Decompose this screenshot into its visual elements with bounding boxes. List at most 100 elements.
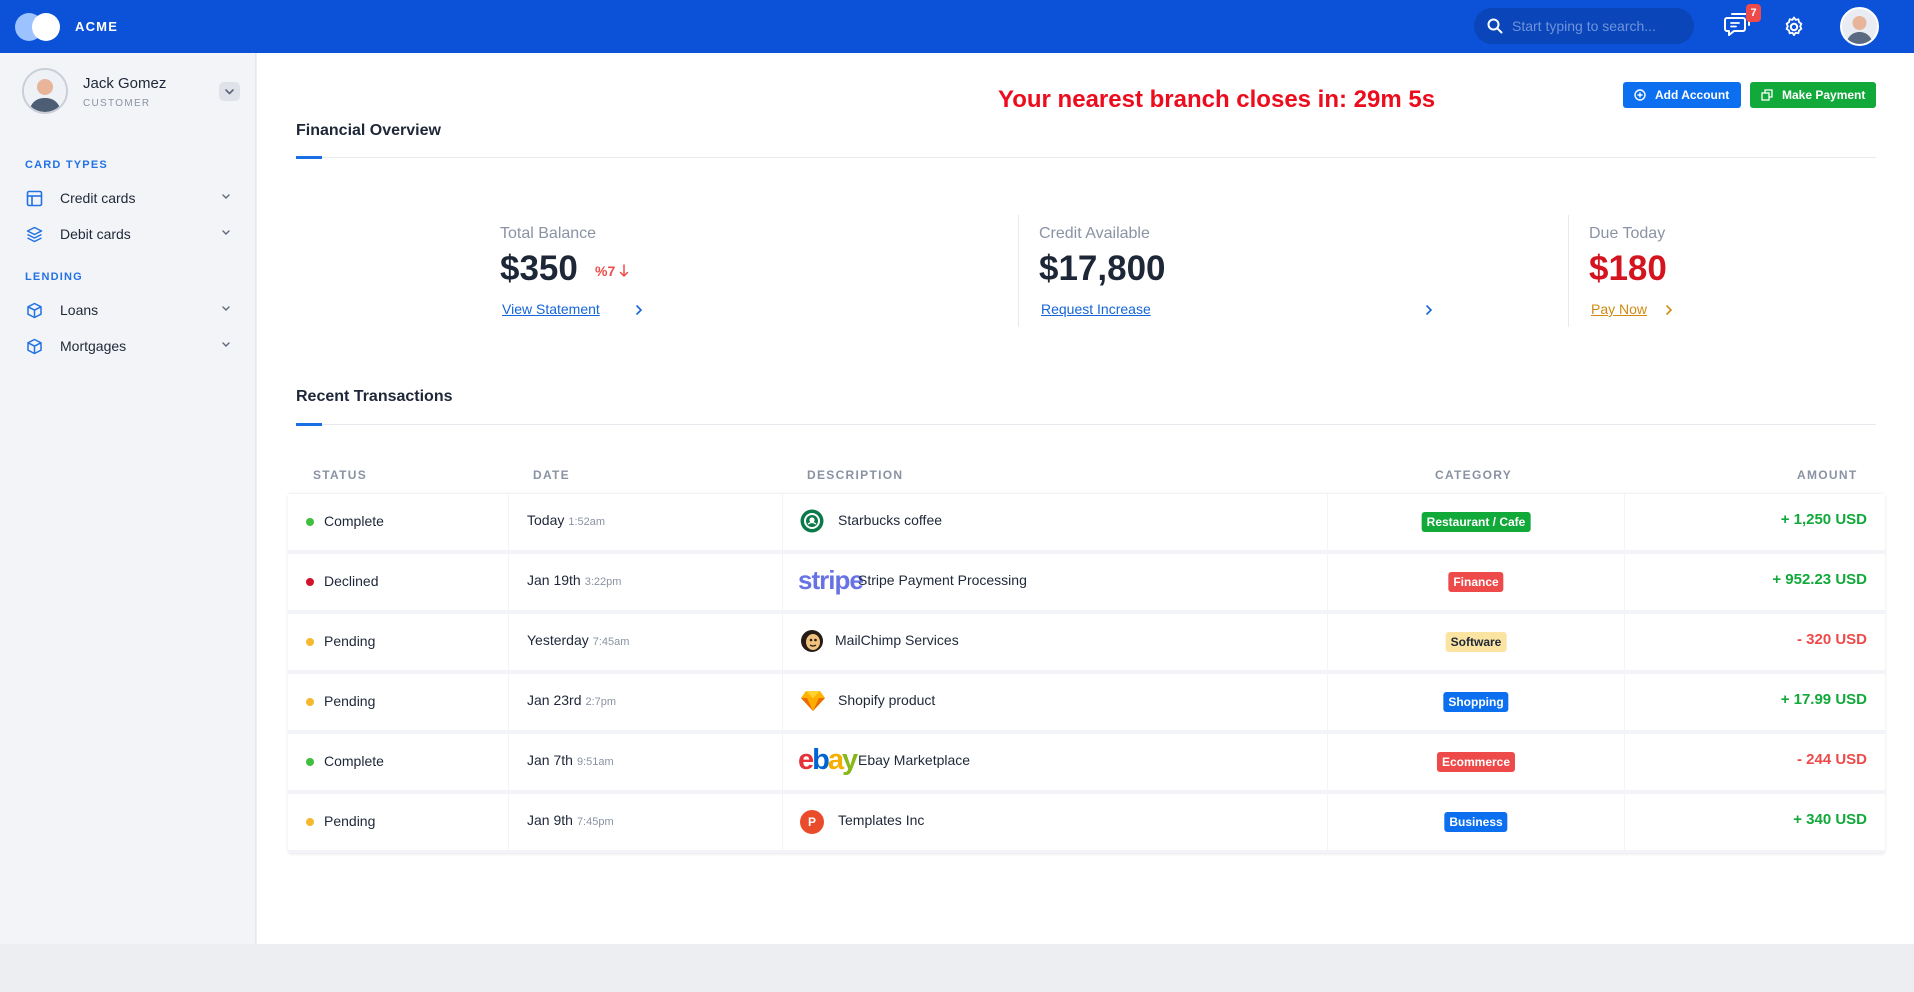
transactions-table: Complete Today 1:52am Starbucks coffee Re… <box>288 493 1885 853</box>
transaction-description: Stripe Payment Processing <box>858 572 1027 588</box>
branch-countdown: Your nearest branch closes in: 29m 5s <box>998 86 1436 113</box>
top-navbar: ACME 7 <box>0 0 1914 53</box>
column-header-description[interactable]: DESCRIPTION <box>807 468 903 482</box>
table-icon <box>26 190 43 207</box>
stat-divider <box>1568 215 1569 327</box>
section-title-card-types: CARD TYPES <box>25 159 108 171</box>
table-row[interactable]: Complete Today 1:52am Starbucks coffee Re… <box>288 493 1885 553</box>
stat-label: Due Today <box>1589 225 1666 242</box>
sidebar-item-label: Mortgages <box>60 338 127 354</box>
divider <box>296 157 1876 158</box>
make-payment-label: Make Payment <box>1782 88 1866 102</box>
transaction-description: Shopify product <box>838 692 936 708</box>
starbucks-logo-icon <box>800 509 824 533</box>
profile-name: Jack Gomez <box>83 75 167 92</box>
status-dot <box>306 638 314 646</box>
settings-button[interactable] <box>1782 15 1806 39</box>
table-row[interactable]: Pending Yesterday 7:45am MailChimp Servic… <box>288 613 1885 673</box>
stat-value: $17,800 <box>1039 249 1166 288</box>
heading-underline <box>296 423 322 426</box>
search-box[interactable] <box>1474 8 1694 44</box>
search-input[interactable] <box>1512 14 1684 38</box>
sidebar-item-label: Credit cards <box>60 190 136 206</box>
table-row[interactable]: Pending Jan 9th 7:45pm P Templates Inc Bu… <box>288 793 1885 853</box>
avatar-image <box>1842 9 1877 44</box>
transaction-amount: - 244 USD <box>1796 751 1867 768</box>
transaction-amount: + 17.99 USD <box>1780 691 1867 708</box>
stat-label: Total Balance <box>500 225 597 242</box>
transaction-date: Jan 9th 7:45pm <box>527 812 614 828</box>
table-row[interactable]: Complete Jan 7th 9:51am ebay Ebay Marketp… <box>288 733 1885 793</box>
transaction-time: 7:45pm <box>576 816 614 828</box>
status-dot <box>306 518 314 526</box>
divider <box>296 424 1876 425</box>
sidebar-item-credit-cards[interactable]: Credit cards <box>26 186 231 212</box>
column-header-category[interactable]: CATEGORY <box>1435 468 1512 482</box>
profile-avatar[interactable] <box>22 68 68 114</box>
transaction-time: 9:51am <box>576 756 614 768</box>
status-label: Complete <box>324 753 384 769</box>
copy-icon <box>1761 89 1773 101</box>
category-badge: Software <box>1445 632 1507 652</box>
page-footer-area <box>0 944 1914 992</box>
chevron-down-icon <box>222 342 230 347</box>
add-account-button[interactable]: Add Account <box>1623 82 1741 108</box>
heading-underline <box>296 156 322 159</box>
sidebar-item-debit-cards[interactable]: Debit cards <box>26 222 231 248</box>
financial-overview-heading: Financial Overview <box>296 122 441 139</box>
category-badge: Restaurant / Cafe <box>1421 512 1531 532</box>
column-header-amount[interactable]: AMOUNT <box>1797 468 1857 482</box>
sidebar-item-loans[interactable]: Loans <box>26 298 231 324</box>
box-icon <box>27 338 42 355</box>
section-title-lending: LENDING <box>25 271 83 283</box>
transaction-description: Templates Inc <box>838 812 925 828</box>
column-header-status[interactable]: STATUS <box>313 468 367 482</box>
transaction-time: 3:22pm <box>584 576 622 588</box>
profile-role: CUSTOMER <box>83 98 151 109</box>
transaction-time: 2:7pm <box>585 696 617 708</box>
pay-now-link[interactable]: Pay Now <box>1591 301 1647 317</box>
request-increase-link[interactable]: Request Increase <box>1041 301 1151 317</box>
main-content: Your nearest branch closes in: 29m 5s Ad… <box>257 53 1914 944</box>
transaction-amount: + 1,250 USD <box>1780 511 1867 528</box>
box-icon <box>27 302 42 319</box>
transaction-time: 7:45am <box>592 636 630 648</box>
trend-value: %7 <box>595 263 616 279</box>
profile-menu-toggle[interactable] <box>219 82 240 101</box>
chevron-right-icon[interactable] <box>1665 304 1673 316</box>
avatar-image <box>24 70 66 112</box>
notification-badge: 7 <box>1746 4 1761 22</box>
ebay-logo-icon: ebay <box>798 744 858 776</box>
transaction-date: Jan 19th 3:22pm <box>527 572 622 588</box>
acme-logo[interactable] <box>15 13 63 41</box>
chevron-down-icon <box>222 306 230 311</box>
table-row[interactable]: Pending Jan 23rd 2:7pm Shopify product Sh… <box>288 673 1885 733</box>
user-avatar[interactable] <box>1840 7 1879 46</box>
status-label: Pending <box>324 693 376 709</box>
view-statement-link[interactable]: View Statement <box>502 301 600 317</box>
transaction-description: MailChimp Services <box>835 632 959 648</box>
status-dot <box>306 698 314 706</box>
column-header-date[interactable]: DATE <box>533 468 570 482</box>
sidebar-item-mortgages[interactable]: Mortgages <box>26 334 231 360</box>
status-label: Pending <box>324 633 376 649</box>
chevron-right-icon[interactable] <box>1425 304 1433 316</box>
transaction-description: Starbucks coffee <box>838 512 943 528</box>
table-row[interactable]: Declined Jan 19th 3:22pm stripe Stripe Pa… <box>288 553 1885 613</box>
plus-circle-icon <box>1634 89 1646 101</box>
brand-name[interactable]: ACME <box>75 19 118 34</box>
chevron-down-icon <box>222 230 230 235</box>
chevron-right-icon[interactable] <box>635 304 643 316</box>
make-payment-button[interactable]: Make Payment <box>1750 82 1876 108</box>
status-dot <box>306 578 314 586</box>
recent-transactions-heading: Recent Transactions <box>296 388 453 405</box>
transaction-date: Today 1:52am <box>527 512 606 528</box>
arrow-down-icon <box>619 264 629 278</box>
status-dot <box>306 758 314 766</box>
sketch-diamond-icon <box>801 691 825 711</box>
category-badge: Ecommerce <box>1436 752 1516 772</box>
stat-credit-available: Credit Available $17,800 Request Increas… <box>1039 221 1433 325</box>
messages-button[interactable]: 7 <box>1724 4 1761 42</box>
chevron-down-icon <box>225 89 234 95</box>
status-dot <box>306 818 314 826</box>
